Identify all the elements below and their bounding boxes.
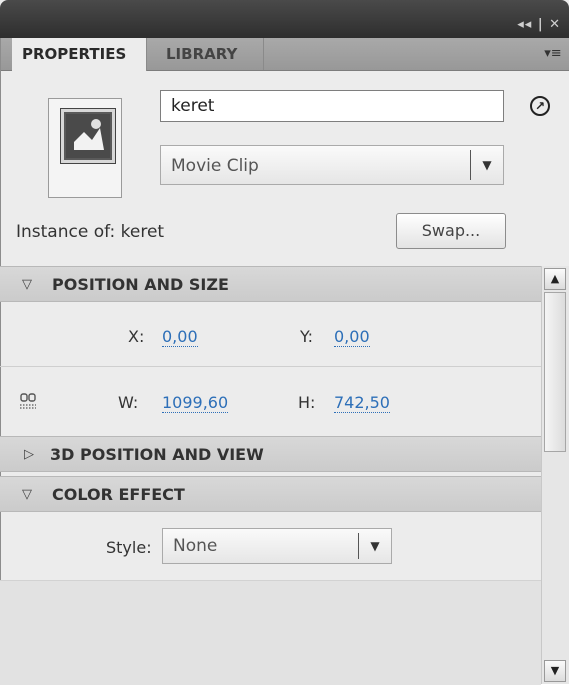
triangle-open-icon: ▽ [22,487,32,502]
panel-title-bar[interactable]: ◂◂ | ✕ [0,0,569,38]
w-value[interactable]: 1099,60 [162,394,229,413]
section-title: COLOR EFFECT [52,485,185,504]
link-proportions-icon[interactable] [18,392,38,412]
swap-button[interactable]: Swap... [396,213,506,249]
instance-of-label: Instance of: [16,222,116,242]
chevron-down-icon: ▼ [470,150,503,180]
chevron-down-icon: ▼ [358,533,391,559]
tab-bar: PROPERTIES LIBRARY ▾≡ [0,38,569,71]
symbol-type-value: Movie Clip [171,156,259,176]
symbol-type-select[interactable]: Movie Clip ▼ [160,145,504,185]
scroll-thumb[interactable] [544,292,566,452]
triangle-open-icon: ▽ [22,277,32,292]
scroll-up-arrow-icon[interactable]: ▲ [544,268,566,290]
tab-library[interactable]: LIBRARY [154,38,264,70]
instance-of-row: Instance of: keret [16,222,164,242]
section-title: POSITION AND SIZE [52,275,229,294]
y-label: Y: [300,327,314,346]
x-value[interactable]: 0,00 [162,328,198,347]
collapse-close-controls[interactable]: ◂◂ | ✕ [517,17,561,32]
color-style-select[interactable]: None ▼ [162,528,392,564]
section-color-effect[interactable]: ▽ COLOR EFFECT [0,476,541,512]
section-title: 3D POSITION AND VIEW [50,445,264,464]
scroll-down-arrow-icon[interactable]: ▼ [544,660,566,682]
movie-clip-symbol-icon [48,98,122,198]
triangle-closed-icon: ▷ [24,447,34,462]
style-label: Style: [106,538,152,557]
tab-properties[interactable]: PROPERTIES [12,38,147,71]
divider [0,366,541,367]
color-style-value: None [173,536,218,556]
panel-menu-icon[interactable]: ▾≡ [543,44,563,64]
w-label: W: [118,393,139,412]
instance-of-value: keret [120,222,165,242]
properties-panel: ◂◂ | ✕ PROPERTIES LIBRARY ▾≡ ↗ Movie Cli… [0,0,569,685]
navigate-arrow-icon[interactable]: ↗ [530,96,550,116]
h-label: H: [298,393,316,412]
vertical-scrollbar[interactable]: ▲ ▼ [541,266,569,684]
section-position-size[interactable]: ▽ POSITION AND SIZE [0,266,541,302]
empty-panel-area [0,580,541,685]
section-3d-position[interactable]: ▷ 3D POSITION AND VIEW [0,436,541,472]
y-value[interactable]: 0,00 [334,328,370,347]
h-value[interactable]: 742,50 [334,394,390,413]
tab-properties-label: PROPERTIES [22,45,127,63]
instance-name-input[interactable] [160,90,504,122]
x-label: X: [128,327,145,346]
